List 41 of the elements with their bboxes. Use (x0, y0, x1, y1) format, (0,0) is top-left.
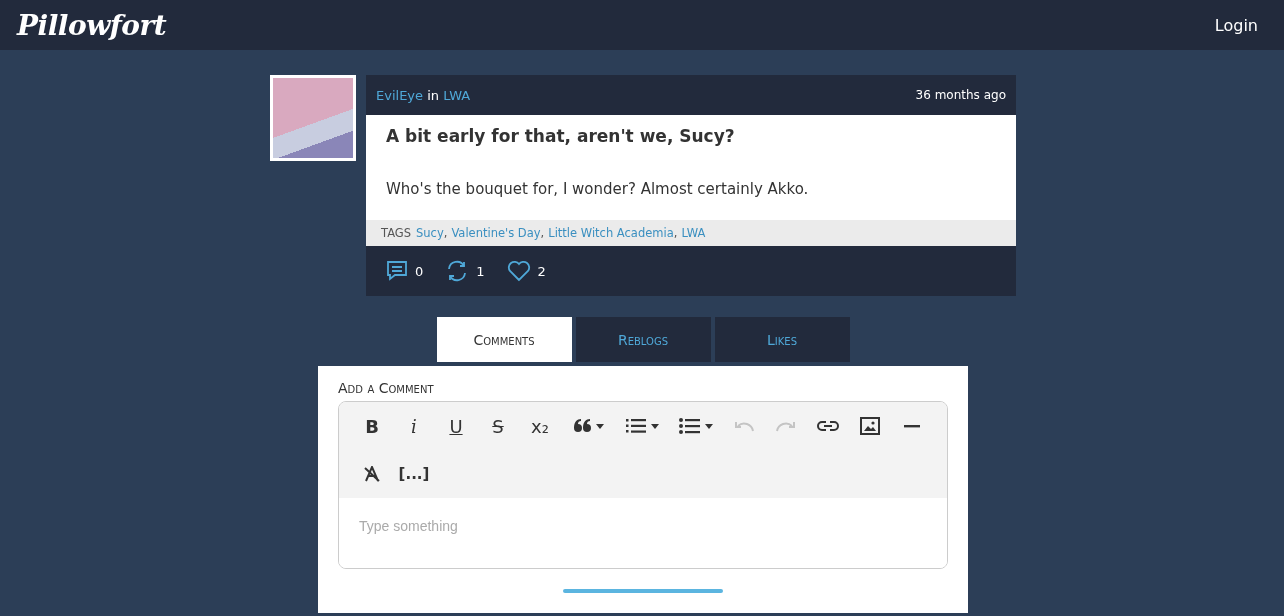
community-link[interactable]: LWA (443, 87, 471, 103)
site-logo[interactable]: Pillowfort (17, 8, 167, 42)
heart-icon[interactable] (506, 260, 531, 282)
strike-button[interactable]: S (477, 402, 519, 450)
comment-editor[interactable]: B i U S x₂ [...] Type something (338, 401, 948, 569)
tag-separator: , (540, 226, 545, 240)
numbered-list-icon (625, 418, 646, 434)
image-icon (860, 417, 880, 435)
caret-icon[interactable] (595, 423, 604, 429)
link-icon (817, 420, 839, 432)
more-button[interactable]: [...] (393, 450, 435, 498)
post-text: Who's the bouquet for, I wonder? Almost certainly Akko. (386, 180, 810, 198)
tag-separator: , (673, 226, 678, 240)
horizontal-rule-icon (904, 424, 920, 428)
clear-format-icon (364, 466, 380, 482)
tab[interactable]: Reblogs (575, 317, 711, 362)
tag-separator: , (443, 226, 448, 240)
avatar-image[interactable] (270, 75, 356, 161)
action-count: 0 (415, 263, 424, 279)
tags-label: TAGS (381, 226, 411, 240)
post-title: A bit early for that, aren't we, Sucy? (386, 126, 736, 146)
caret-icon[interactable] (705, 423, 713, 429)
caret-icon[interactable] (650, 423, 659, 429)
action-count: 2 (537, 263, 546, 279)
tab[interactable]: Likes (714, 317, 850, 362)
bold-button[interactable]: B (351, 402, 393, 450)
post-time: 36 months ago (915, 88, 1006, 102)
quote-icon (572, 419, 591, 433)
redo-icon (776, 420, 796, 432)
action-count: 1 (476, 263, 485, 279)
login-link[interactable]: Login (1214, 15, 1258, 35)
comment-icon[interactable] (386, 260, 408, 282)
italic-button[interactable]: i (393, 402, 435, 450)
tab[interactable]: Comments (436, 317, 572, 362)
undo-icon (734, 420, 754, 432)
author-link[interactable]: EvilEye (376, 87, 424, 103)
comment-heading: Add a Comment (338, 380, 435, 396)
underline-button[interactable]: U (435, 402, 477, 450)
bullet-list-icon (679, 418, 700, 434)
post-byline: EvilEye in LWA (376, 87, 471, 103)
subscript-button[interactable]: x₂ (519, 402, 561, 450)
